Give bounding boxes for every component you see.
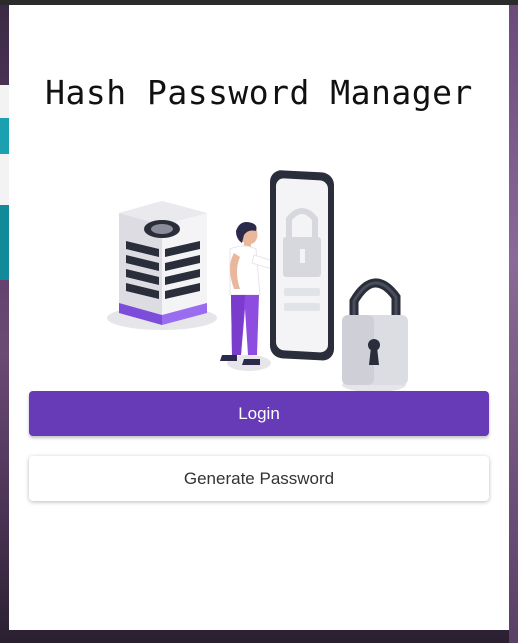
phone-lock-illustration-icon xyxy=(270,170,334,361)
background-window-icon xyxy=(0,118,9,154)
background-desktop-edge xyxy=(509,5,518,643)
generate-password-button[interactable]: Generate Password xyxy=(29,456,489,501)
extension-popup: Hash Password Manager Login Generate Pas… xyxy=(9,5,509,630)
server-illustration-icon xyxy=(107,201,217,330)
login-button[interactable]: Login xyxy=(29,391,489,436)
app-title: Hash Password Manager xyxy=(45,73,473,112)
padlock-icon xyxy=(342,278,408,392)
security-illustration xyxy=(107,170,408,392)
